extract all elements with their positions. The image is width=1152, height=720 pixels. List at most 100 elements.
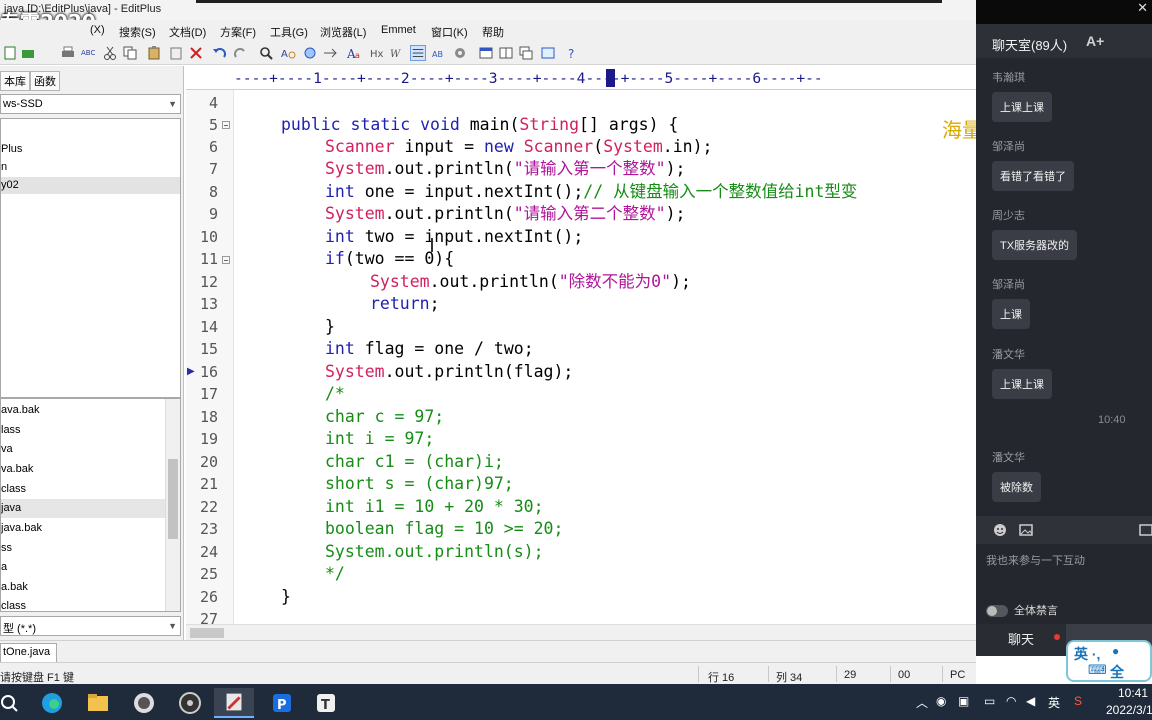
ime-mode[interactable]: 英 ·, — [1074, 644, 1100, 664]
copy-icon[interactable] — [122, 45, 138, 61]
settings-gear-icon[interactable] — [452, 45, 468, 61]
list-item[interactable]: ss — [1, 539, 166, 558]
menu-scheme[interactable]: 方案(F) — [220, 24, 256, 40]
file-list-scrollbar[interactable] — [165, 399, 180, 611]
code-line-7: System.out.println("请输入第一个整数"); — [325, 159, 686, 178]
tree-item[interactable]: Plus — [1, 141, 180, 158]
tray-app-icon[interactable]: ▣ — [958, 694, 969, 708]
emoji-icon[interactable] — [992, 522, 1008, 538]
menu-emmet[interactable]: Emmet — [381, 24, 416, 36]
close-icon[interactable]: ✕ — [1137, 0, 1148, 16]
column-select-icon[interactable]: AB — [432, 45, 448, 61]
menu-help[interactable]: 帮助 — [482, 24, 504, 40]
list-item[interactable]: va — [1, 440, 166, 459]
line-number: 17 — [199, 385, 218, 403]
tab-chat[interactable]: 聊天 — [976, 624, 1066, 656]
title-bar: java [D:\EditPlus\java] - EditPlus — [0, 0, 976, 20]
replace-icon[interactable]: A — [280, 45, 296, 61]
search-icon[interactable] — [0, 688, 30, 718]
browser-icon[interactable] — [540, 45, 556, 61]
drive-select[interactable]: ws-SSD ▼ — [0, 94, 181, 114]
text-app-icon[interactable]: T — [306, 688, 346, 718]
font-size-button[interactable]: A+ — [1086, 33, 1104, 49]
line-number: 19 — [199, 430, 218, 448]
tab-functions[interactable]: 函数 — [30, 71, 60, 91]
scrollbar-thumb[interactable] — [168, 459, 178, 539]
paste-alt-icon[interactable] — [168, 45, 184, 61]
image-icon[interactable] — [1018, 522, 1034, 538]
window-icon[interactable] — [478, 45, 494, 61]
fold-toggle-icon[interactable] — [222, 256, 230, 264]
wifi-icon[interactable]: ◠ — [1006, 694, 1016, 708]
presentation-app-icon[interactable]: P — [262, 688, 302, 718]
tray-app-icon[interactable]: ◉ — [936, 694, 946, 708]
spellcheck-icon[interactable]: ABC — [80, 45, 96, 61]
code-editor[interactable]: 4 5 6 7 8 9 10 11 12 13 14 15 16 17 18 1… — [186, 90, 976, 624]
paste-icon[interactable] — [146, 45, 162, 61]
ime-toolbar[interactable]: 英 ·, ● ⌨ 全 — [1066, 640, 1152, 682]
edge-browser-icon[interactable] — [32, 688, 72, 718]
tile-icon[interactable] — [498, 45, 514, 61]
list-item[interactable]: ava.bak — [1, 401, 166, 420]
line-number: 27 — [199, 610, 218, 624]
fold-toggle-icon[interactable] — [222, 121, 230, 129]
tab-directory[interactable]: 本库 — [0, 71, 30, 91]
screenshot-icon[interactable] — [1138, 522, 1152, 538]
goto-icon[interactable] — [322, 45, 338, 61]
scrollbar-thumb[interactable] — [190, 628, 224, 638]
menu-browser[interactable]: 浏览器(L) — [320, 24, 366, 40]
tree-item-selected[interactable]: y02 — [1, 177, 180, 194]
font-icon[interactable]: Aa — [346, 45, 362, 61]
cascade-icon[interactable] — [518, 45, 534, 61]
input-language[interactable]: 英 — [1048, 694, 1060, 711]
list-item[interactable]: lass — [1, 421, 166, 440]
undo-icon[interactable] — [212, 45, 228, 61]
menu-window[interactable]: 窗口(K) — [431, 24, 468, 40]
cut-icon[interactable] — [102, 45, 118, 61]
code-line-21: short s = (char)97; — [325, 474, 514, 493]
editor-horizontal-scrollbar[interactable] — [186, 624, 976, 640]
word-wrap-icon[interactable]: W — [390, 45, 406, 61]
line-number: 25 — [199, 565, 218, 583]
menu-view[interactable]: (X) — [90, 24, 105, 36]
chat-app-icon[interactable] — [124, 688, 164, 718]
new-file-icon[interactable] — [2, 45, 18, 61]
clock-time[interactable]: 10:41 — [1118, 686, 1148, 700]
list-item[interactable]: class — [1, 597, 166, 611]
menu-document[interactable]: 文档(D) — [169, 24, 206, 40]
file-filter-select[interactable]: 型 (*.*) ▼ — [0, 616, 181, 636]
list-item-selected[interactable]: java — [1, 499, 166, 518]
redo-icon[interactable] — [232, 45, 248, 61]
mute-all-toggle[interactable] — [986, 605, 1008, 618]
list-item[interactable]: java.bak — [1, 519, 166, 538]
volume-icon[interactable]: ◀ — [1026, 694, 1035, 708]
list-item[interactable]: a — [1, 558, 166, 577]
clock-date[interactable]: 2022/3/1 — [1106, 703, 1152, 717]
sogou-ime-icon[interactable]: S — [1074, 694, 1082, 708]
html-tag-icon[interactable]: Hx — [370, 45, 386, 61]
obs-icon[interactable] — [170, 688, 210, 718]
list-item[interactable]: a.bak — [1, 578, 166, 597]
find-icon[interactable] — [258, 45, 274, 61]
list-item[interactable]: va.bak — [1, 460, 166, 479]
editplus-icon[interactable] — [214, 688, 254, 718]
help-icon[interactable]: ? — [566, 45, 582, 61]
menu-search[interactable]: 搜索(S) — [119, 24, 156, 40]
user-icon[interactable]: ● — [1112, 644, 1119, 658]
line-number-icon[interactable] — [410, 45, 426, 61]
battery-icon[interactable]: ▭ — [984, 694, 995, 708]
list-item[interactable]: class — [1, 480, 166, 499]
open-file-icon[interactable] — [20, 45, 36, 61]
chevron-up-icon[interactable]: ︿ — [916, 694, 928, 711]
ime-width-mode[interactable]: 全 — [1110, 662, 1124, 682]
tab-document[interactable]: tOne.java — [0, 643, 58, 662]
file-explorer-icon[interactable] — [78, 688, 118, 718]
keyboard-icon[interactable]: ⌨ — [1088, 662, 1107, 678]
delete-icon[interactable] — [188, 45, 204, 61]
tree-item[interactable]: n — [1, 159, 180, 176]
print-icon[interactable] — [60, 45, 76, 61]
find-files-icon[interactable] — [302, 45, 318, 61]
chat-input[interactable]: 我也来参与一下互动 — [986, 552, 1085, 568]
menu-tools[interactable]: 工具(G) — [270, 24, 308, 40]
code-line-19: int i = 97; — [325, 429, 435, 448]
